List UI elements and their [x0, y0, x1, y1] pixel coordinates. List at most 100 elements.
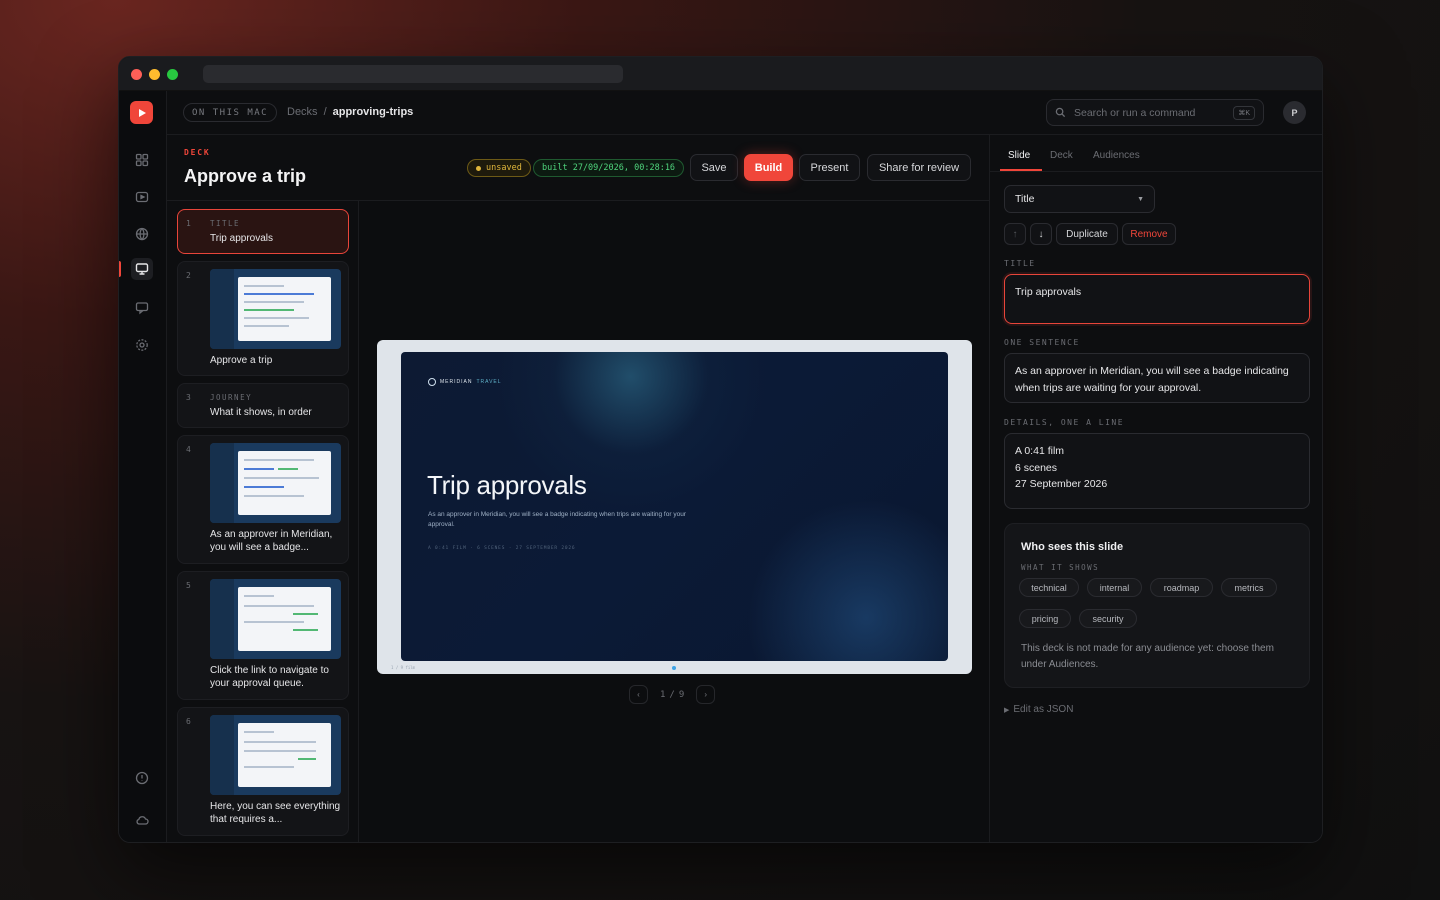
slide-kind: JOURNEY — [210, 393, 253, 402]
chip-metrics[interactable]: metrics — [1221, 578, 1277, 597]
next-slide-button[interactable]: › — [696, 685, 716, 704]
slide-number: 6 — [186, 717, 191, 726]
title-field[interactable]: Trip approvals — [1004, 274, 1310, 324]
prev-slide-button[interactable]: ‹ — [629, 685, 648, 704]
chip-roadmap[interactable]: roadmap — [1150, 578, 1213, 597]
search-shortcut: ⌘K — [1233, 105, 1255, 120]
details-label: DETAILS, ONE A LINE — [1004, 418, 1125, 427]
page-separator: / — [669, 689, 675, 700]
minimize-window-button[interactable] — [149, 69, 160, 80]
settings-icon[interactable] — [133, 336, 151, 354]
slide-preview-frame[interactable]: MERIDIAN TRAVEL Trip approvals As an app… — [377, 340, 972, 674]
top-bar: ON THIS MAC Decks / approving-trips Sear… — [167, 91, 1322, 135]
breadcrumb-separator: / — [323, 106, 327, 118]
chip-technical[interactable]: technical — [1019, 578, 1079, 597]
avatar[interactable]: P — [1283, 101, 1306, 124]
comment-icon[interactable] — [133, 299, 151, 317]
title-label: TITLE — [1004, 259, 1036, 268]
chevron-right-icon: › — [704, 690, 708, 699]
tab-audiences[interactable]: Audiences — [1093, 150, 1140, 161]
edit-as-json-label: Edit as JSON — [1013, 704, 1074, 715]
slide-number: 3 — [186, 393, 191, 402]
layout-select-value: Title — [1015, 193, 1035, 205]
active-tab-underline — [1000, 169, 1042, 171]
arrow-up-icon: ↑ — [1012, 228, 1018, 240]
window-titlebar — [119, 57, 1322, 91]
slide-thumbnail — [210, 443, 341, 523]
share-for-review-button[interactable]: Share for review — [867, 154, 971, 181]
audience-note: This deck is not made for any audience y… — [1021, 643, 1274, 670]
chip-pricing[interactable]: pricing — [1019, 609, 1071, 628]
disclosure-triangle-icon: ▶ — [1004, 707, 1010, 714]
sentence-field[interactable]: As an approver in Meridian, you will see… — [1004, 353, 1310, 403]
slide-item-5[interactable]: 5 Click the link to navigate to your app… — [177, 571, 349, 700]
page-title: Approve a trip — [184, 166, 307, 186]
inspector-tabs: Slide Deck Audiences — [990, 135, 1322, 172]
breadcrumb: Decks / approving-trips — [287, 106, 413, 118]
duplicate-button[interactable]: Duplicate — [1056, 223, 1118, 245]
grid-icon[interactable] — [133, 151, 151, 169]
slide-preview-meta: A 0:41 FILM · 6 SCENES · 27 SEPTEMBER 20… — [428, 546, 576, 551]
active-nav-marker — [119, 261, 121, 277]
slide-title: What it shows, in order — [210, 407, 312, 418]
slide-thumbnail — [210, 579, 341, 659]
slide-title: Approve a trip — [210, 355, 273, 366]
slide-preview-subtitle: As an approver in Meridian, you will see… — [428, 511, 686, 528]
arrow-down-icon: ↓ — [1038, 228, 1044, 240]
app-logo[interactable] — [130, 101, 153, 124]
slide-preview: MERIDIAN TRAVEL Trip approvals As an app… — [401, 352, 948, 661]
slide-item-2[interactable]: 2 Approve a trip — [177, 261, 349, 376]
presentation-icon[interactable] — [131, 258, 153, 280]
help-icon[interactable] — [133, 769, 151, 787]
close-window-button[interactable] — [131, 69, 142, 80]
build-button[interactable]: Build — [744, 154, 793, 181]
tab-deck[interactable]: Deck — [1050, 150, 1073, 161]
nav-rail — [119, 91, 167, 842]
deck-label: DECK — [184, 148, 211, 157]
details-line: A 0:41 film — [1015, 445, 1065, 457]
status-dot-icon — [476, 165, 481, 171]
slide-item-4[interactable]: 4 As an approver in Meridian, you will s… — [177, 435, 349, 564]
globe-icon[interactable] — [133, 225, 151, 243]
chip-security[interactable]: security — [1079, 609, 1137, 628]
slide-pager: ‹ 1 / 9 › — [629, 685, 716, 704]
slide-item-6[interactable]: 6 Here, you can see everything that requ… — [177, 707, 349, 836]
cloud-icon[interactable] — [133, 811, 151, 829]
slide-title: Here, you can see everything that requir… — [210, 801, 341, 825]
address-bar[interactable] — [203, 65, 623, 83]
brand-ring-icon — [428, 378, 436, 386]
remove-button[interactable]: Remove — [1122, 223, 1176, 245]
save-button[interactable]: Save — [690, 154, 738, 181]
move-up-button[interactable]: ↑ — [1004, 223, 1026, 245]
breadcrumb-decks[interactable]: Decks — [287, 106, 318, 118]
move-down-button[interactable]: ↓ — [1030, 223, 1052, 245]
slide-list: 1 TITLE Trip approvals 2 Approve a trip … — [167, 201, 359, 842]
edit-as-json-toggle[interactable]: ▶ Edit as JSON — [1004, 704, 1073, 715]
slide-title: As an approver in Meridian, you will see… — [210, 529, 333, 553]
slide-thumbnail — [210, 715, 341, 795]
breadcrumb-current: approving-trips — [332, 106, 414, 118]
inspector-panel: Slide Deck Audiences Title ▼ ↑ ↓ Duplica… — [989, 135, 1322, 842]
chip-internal[interactable]: internal — [1087, 578, 1142, 597]
audience-card-heading: Who sees this slide — [1021, 541, 1124, 553]
present-button[interactable]: Present — [799, 154, 860, 181]
layout-select[interactable]: Title ▼ — [1004, 185, 1155, 213]
slide-item-3[interactable]: 3 JOURNEY What it shows, in order — [177, 383, 349, 428]
slide-item-1[interactable]: 1 TITLE Trip approvals — [177, 209, 349, 254]
command-search[interactable]: Search or run a command ⌘K — [1046, 99, 1264, 126]
video-icon[interactable] — [133, 188, 151, 206]
details-line: 6 scenes — [1015, 461, 1058, 474]
slide-footer: 1 / 9 film — [391, 665, 416, 670]
tab-slide[interactable]: Slide — [1008, 150, 1030, 161]
app-window: ON THIS MAC Decks / approving-trips Sear… — [118, 56, 1323, 843]
maximize-window-button[interactable] — [167, 69, 178, 80]
progress-dot — [672, 666, 676, 670]
slide-number: 4 — [186, 445, 191, 454]
built-badge: built 27/09/2026, 00:28:16 — [533, 159, 685, 177]
details-field[interactable]: A 0:41 film 6 scenes 27 September 2026 — [1004, 433, 1310, 509]
unsaved-text: unsaved — [486, 163, 522, 173]
slide-number: 5 — [186, 581, 191, 590]
location-pill[interactable]: ON THIS MAC — [183, 103, 278, 122]
search-placeholder: Search or run a command — [1074, 106, 1196, 119]
details-line: 27 September 2026 — [1015, 478, 1108, 490]
